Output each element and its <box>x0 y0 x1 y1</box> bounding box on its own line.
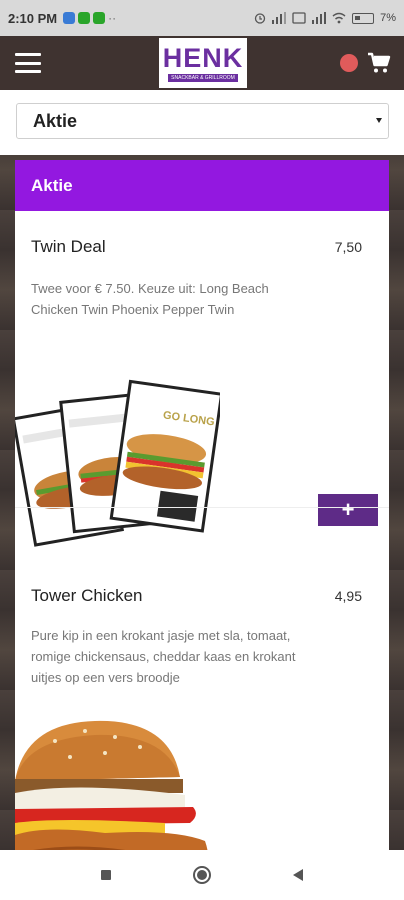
battery-level: 7% <box>380 12 396 24</box>
category-select-bar: Aktie <box>0 90 404 155</box>
back-icon <box>293 869 303 881</box>
signal-icon <box>312 12 327 24</box>
logo-text: HENK <box>162 42 244 73</box>
home-icon <box>193 866 211 884</box>
recent-apps-icon <box>101 870 111 880</box>
item-name: Tower Chicken <box>31 586 143 605</box>
menu-card: Aktie Twin Deal 7,50 Twee voor € 7.50. K… <box>15 160 389 850</box>
recent-apps-button[interactable] <box>91 860 121 890</box>
status-bar: 2:10 PM ·· 7% <box>0 0 404 36</box>
item-name: Twin Deal <box>31 237 106 256</box>
item-description: Pure kip in een krokant jasje met sla, t… <box>31 628 296 685</box>
add-to-cart-button[interactable]: + <box>318 494 378 526</box>
tower-chicken-image <box>15 720 208 850</box>
shopping-cart-icon[interactable] <box>367 51 391 75</box>
battery-icon <box>352 12 375 24</box>
dropdown-arrow-icon <box>376 118 382 123</box>
logo-tagline: SNACKBAR & GRILLROOM <box>168 73 238 82</box>
volte-icon <box>292 12 306 24</box>
status-time: 2:10 PM <box>8 10 58 26</box>
item-divider <box>15 507 389 508</box>
back-button[interactable] <box>283 860 313 890</box>
henk-logo[interactable]: HENK SNACKBAR & GRILLROOM <box>159 38 247 88</box>
alarm-icon <box>254 13 266 24</box>
category-select[interactable]: Aktie <box>16 103 389 139</box>
hamburger-menu-icon[interactable] <box>15 53 41 73</box>
item-price: 4,95 <box>334 588 362 604</box>
item-description: Twee voor € 7.50. Keuze uit: Long Beach … <box>31 281 269 317</box>
item-price: 7,50 <box>334 239 362 255</box>
home-button[interactable] <box>187 860 217 890</box>
status-indicator-dot <box>340 54 358 72</box>
more-notifications-icon: ·· <box>108 11 117 25</box>
app-notification-icon <box>93 12 106 24</box>
category-header: Aktie <box>15 160 389 211</box>
wifi-icon <box>332 12 346 24</box>
app-notification-icon <box>78 12 91 24</box>
signal-icon <box>272 12 287 24</box>
category-select-value: Aktie <box>33 110 78 131</box>
system-navigation-bar <box>0 850 404 900</box>
twin-deal-image: GO LONG <box>15 379 220 547</box>
app-notification-icon <box>63 12 76 24</box>
